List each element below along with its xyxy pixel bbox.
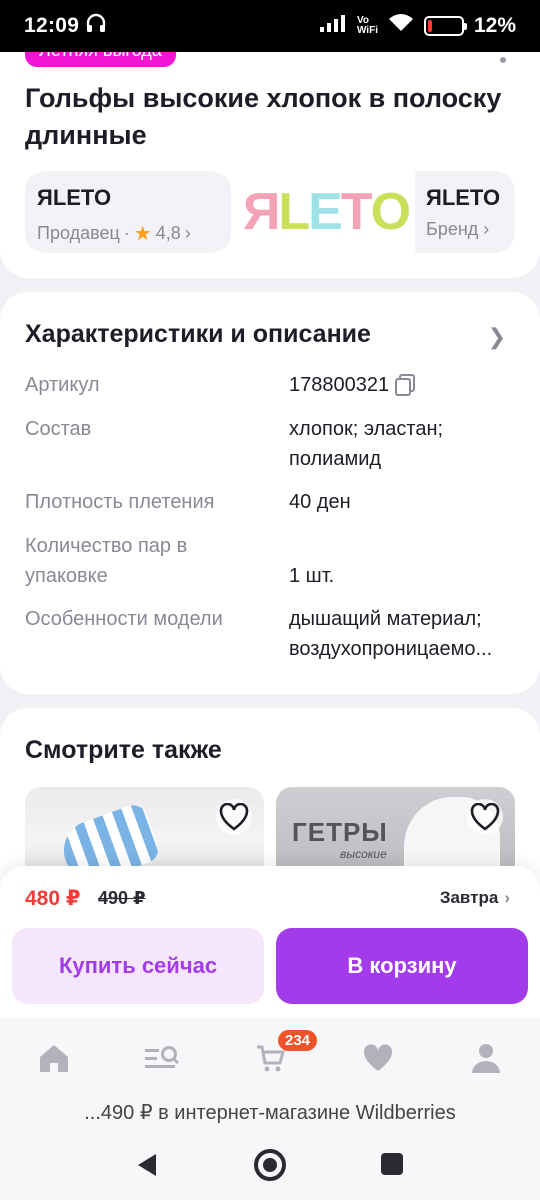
wifi-icon bbox=[388, 13, 414, 39]
delivery-label: Завтра bbox=[439, 888, 499, 907]
thumbnail-caption: ГЕТРЫ bbox=[292, 817, 388, 847]
status-left: 12:09 bbox=[24, 13, 107, 39]
chevron-right-icon[interactable]: ❯ bbox=[488, 324, 506, 350]
seller-label: Продавец bbox=[37, 223, 120, 243]
nav-home[interactable] bbox=[0, 1018, 108, 1098]
heart-icon bbox=[470, 803, 500, 831]
spec-value: 1 шт. bbox=[289, 565, 335, 587]
nav-cart[interactable]: 234 bbox=[216, 1018, 324, 1098]
nav-favorites[interactable] bbox=[324, 1018, 432, 1098]
brand-name: ЯLETO bbox=[426, 185, 501, 210]
vowifi-line2: WiFi bbox=[356, 25, 378, 36]
heart-icon bbox=[219, 803, 249, 831]
status-bar: 12:09 Vo WiFi 12% bbox=[0, 0, 540, 52]
star-icon: ★ bbox=[133, 223, 152, 245]
profile-icon bbox=[472, 1044, 500, 1073]
see-also-title: Смотрите также bbox=[25, 736, 222, 764]
favorite-button[interactable] bbox=[216, 799, 252, 835]
vowifi-indicator: Vo WiFi bbox=[357, 16, 378, 36]
separator-dot: · bbox=[123, 223, 130, 243]
price-action-sheet: 480 ₽ 490 ₽ Завтра › Купить сейчас В корз… bbox=[0, 866, 540, 1018]
spec-value: дышащий материал; воздухопроницаемо... bbox=[289, 608, 493, 660]
spec-label: Особенности модели bbox=[25, 608, 223, 630]
specs-card[interactable]: Характеристики и описание ❯ Артикул 1788… bbox=[0, 292, 540, 694]
see-also-card: Смотрите также ГЕТРЫ высокие bbox=[0, 708, 540, 897]
signal-icon bbox=[319, 14, 347, 38]
spec-label: Количество пар в упаковке bbox=[25, 535, 188, 587]
seller-meta: Продавец · ★ 4,8 › bbox=[37, 221, 219, 246]
home-icon bbox=[40, 1045, 68, 1072]
cart-count-badge: 234 bbox=[278, 1030, 318, 1051]
copy-icon[interactable] bbox=[395, 374, 416, 396]
buy-now-button[interactable]: Купить сейчас bbox=[12, 928, 264, 1004]
favorite-button[interactable] bbox=[467, 799, 503, 835]
more-options-icon[interactable] bbox=[500, 57, 506, 63]
add-to-cart-button[interactable]: В корзину bbox=[276, 928, 528, 1004]
current-price: 480 ₽ bbox=[25, 887, 81, 910]
nav-catalog[interactable] bbox=[108, 1018, 216, 1098]
nav-profile[interactable] bbox=[432, 1018, 540, 1098]
spec-label: Плотность плетения bbox=[25, 491, 215, 513]
specs-title: Характеристики и описание bbox=[25, 320, 371, 348]
brand-sub: Бренд › bbox=[426, 219, 489, 240]
chevron-right-icon: › bbox=[504, 888, 510, 907]
thumbnail-subcaption: высокие bbox=[340, 847, 387, 861]
spec-label: Состав bbox=[25, 418, 92, 440]
brand-logo: ЯLETO bbox=[237, 171, 415, 253]
spec-value: хлопок; эластан; полиамид bbox=[289, 418, 444, 470]
spec-label: Артикул bbox=[25, 374, 100, 396]
battery-percent: 12% bbox=[473, 14, 516, 37]
delivery-date[interactable]: Завтра › bbox=[440, 888, 510, 908]
headset-icon bbox=[85, 13, 107, 39]
chevron-right-icon: › bbox=[483, 219, 490, 239]
brand-card[interactable]: ЯLETO ЯLETO Бренд › bbox=[237, 171, 515, 253]
status-time: 12:09 bbox=[24, 14, 80, 37]
heart-icon bbox=[363, 1044, 393, 1071]
back-icon[interactable] bbox=[136, 1152, 158, 1178]
brand-label: Бренд bbox=[426, 219, 479, 239]
recent-apps-icon[interactable] bbox=[381, 1153, 403, 1175]
catalog-search-icon bbox=[145, 1046, 180, 1068]
chevron-right-icon: › bbox=[184, 223, 191, 243]
battery-level bbox=[427, 20, 432, 32]
system-navigation bbox=[0, 1130, 540, 1200]
page-footer-text: ...490 ₽ в интернет-магазине Wildberries bbox=[0, 1098, 540, 1130]
home-button-icon[interactable] bbox=[254, 1149, 286, 1181]
old-price: 490 ₽ bbox=[98, 888, 146, 908]
seller-name: ЯLETO bbox=[37, 185, 112, 210]
product-title: Гольфы высокие хлопок в полоску длинные bbox=[25, 83, 502, 150]
bottom-navigation: 234 bbox=[0, 1018, 540, 1098]
battery-icon bbox=[423, 16, 467, 36]
spec-value: 40 ден bbox=[289, 491, 351, 513]
article-number: 178800321 bbox=[289, 374, 390, 396]
seller-rating: 4,8 bbox=[155, 223, 181, 243]
seller-card[interactable]: ЯLETO Продавец · ★ 4,8 › bbox=[25, 171, 231, 253]
status-right: Vo WiFi 12% bbox=[319, 13, 516, 39]
spec-value: 178800321 bbox=[289, 370, 519, 400]
